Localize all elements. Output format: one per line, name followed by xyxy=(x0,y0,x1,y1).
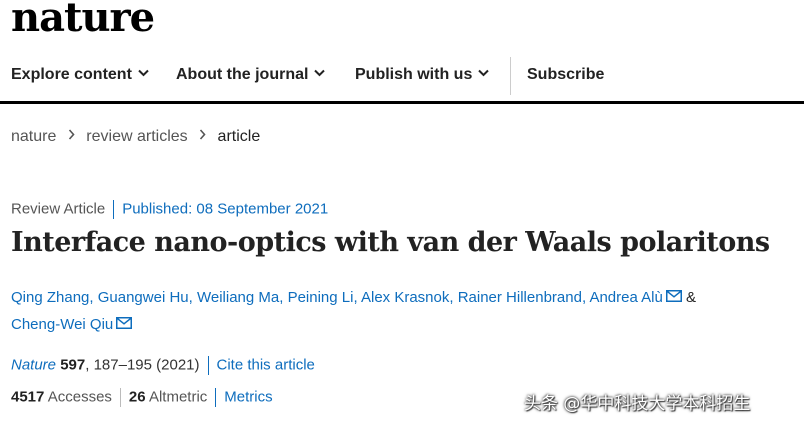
metrics-link[interactable]: Metrics xyxy=(224,388,272,405)
breadcrumb: nature review articles article xyxy=(11,128,260,146)
breadcrumb-nature[interactable]: nature xyxy=(11,128,56,145)
author-link[interactable]: Alex Krasnok xyxy=(361,289,449,306)
breadcrumb-article: article xyxy=(217,128,261,145)
breadcrumb-review-articles[interactable]: review articles xyxy=(86,128,187,145)
accesses-count: 4517 xyxy=(11,388,45,406)
author-link[interactable]: Weiliang Ma xyxy=(197,289,279,306)
meta-divider xyxy=(113,200,115,219)
accesses-label: Accesses xyxy=(47,388,112,406)
metrics-divider xyxy=(119,388,121,407)
author-ampersand: & xyxy=(686,289,697,306)
altmetric-label: Altmetric xyxy=(148,388,208,406)
nav-explore-content[interactable]: Explore content xyxy=(11,66,149,84)
nav-divider xyxy=(510,57,511,95)
article-title: Interface nano-optics with van der Waals… xyxy=(11,227,770,258)
metrics-divider xyxy=(215,388,217,407)
journal-name[interactable]: Nature xyxy=(11,356,56,373)
nav-about-label: About the journal xyxy=(176,66,309,83)
nav-publish-label: Publish with us xyxy=(355,66,473,83)
chevron-right-icon xyxy=(199,129,206,140)
author-link[interactable]: Andrea Alù xyxy=(589,289,662,306)
published-date: Published: 08 September 2021 xyxy=(122,200,329,218)
citation-pages: , 187–195 (2021) xyxy=(85,356,200,374)
nav-about-journal[interactable]: About the journal xyxy=(176,66,326,84)
nav-subscribe[interactable]: Subscribe xyxy=(527,66,604,84)
article-metrics: 4517 Accesses 26 Altmetric Metrics xyxy=(11,388,273,407)
nav-publish-with-us[interactable]: Publish with us xyxy=(355,66,490,84)
nature-logo[interactable]: nature xyxy=(11,0,155,41)
author-link[interactable]: Cheng-Wei Qiu xyxy=(11,316,113,333)
citation-divider xyxy=(207,356,209,375)
author-link[interactable]: Guangwei Hu xyxy=(98,289,189,306)
chevron-down-icon xyxy=(314,70,326,77)
article-type: Review Article xyxy=(11,200,106,218)
email-icon[interactable] xyxy=(665,290,682,303)
author-link[interactable]: Qing Zhang xyxy=(11,289,89,306)
nav-explore-label: Explore content xyxy=(11,66,132,83)
cite-this-article-link[interactable]: Cite this article xyxy=(217,356,315,373)
article-meta: Review Article Published: 08 September 20… xyxy=(11,200,328,219)
chevron-down-icon xyxy=(138,70,149,77)
volume-number: 597 xyxy=(60,356,86,374)
main-nav: Explore content About the journal Publis… xyxy=(0,53,804,104)
chevron-down-icon xyxy=(478,70,490,77)
altmetric-count: 26 xyxy=(128,388,146,406)
author-link[interactable]: Rainer Hillenbrand xyxy=(458,289,582,306)
chevron-right-icon xyxy=(68,129,75,140)
watermark-text: 头条 @华中科技大学本科招生 xyxy=(524,394,751,414)
email-icon[interactable] xyxy=(116,317,133,330)
citation-line: Nature 597, 187–195 (2021) Cite this arti… xyxy=(11,356,315,375)
author-link[interactable]: Peining Li xyxy=(288,289,354,306)
author-list: Qing Zhang, Guangwei Hu, Weiliang Ma, Pe… xyxy=(11,289,697,333)
